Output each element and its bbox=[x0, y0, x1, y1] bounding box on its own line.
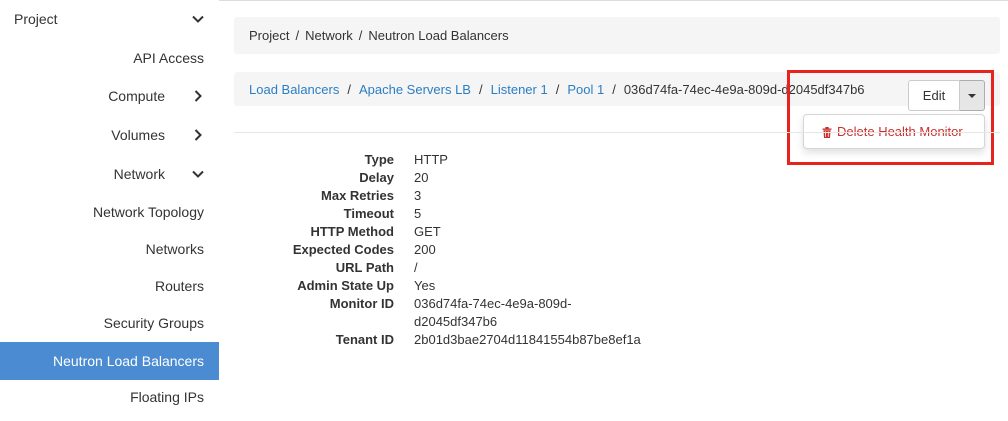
detail-value: Yes bbox=[414, 278, 436, 293]
breadcrumb-item: Project bbox=[249, 28, 290, 43]
detail-row-http-method: HTTP Method GET bbox=[234, 223, 674, 241]
current-monitor-id: 036d74fa-74ec-4e9a-809d-d2045df347b6 bbox=[623, 81, 865, 97]
chevron-down-icon bbox=[191, 12, 205, 26]
sidebar-item-label: Volumes bbox=[111, 127, 165, 143]
detail-value: 200 bbox=[414, 242, 436, 257]
link-pool-1[interactable]: Pool 1 bbox=[567, 82, 604, 97]
detail-value: GET bbox=[414, 224, 441, 239]
sidebar-item-network-topology[interactable]: Network Topology bbox=[0, 193, 219, 231]
sidebar-item-compute[interactable]: Compute bbox=[0, 77, 219, 115]
sidebar-item-routers[interactable]: Routers bbox=[0, 267, 219, 305]
sidebar-item-label: Routers bbox=[154, 278, 204, 294]
chevron-down-icon bbox=[191, 167, 205, 181]
detail-row-type: Type HTTP bbox=[234, 151, 674, 169]
breadcrumb: Project / Network / Neutron Load Balance… bbox=[234, 17, 1000, 54]
detail-label: Expected Codes bbox=[292, 242, 394, 257]
detail-row-url-path: URL Path / bbox=[234, 259, 674, 277]
breadcrumb-separator: / bbox=[295, 28, 300, 43]
detail-label: URL Path bbox=[335, 260, 394, 275]
detail-row-admin-state-up: Admin State Up Yes bbox=[234, 277, 674, 295]
sidebar-item-label: Security Groups bbox=[103, 315, 204, 331]
detail-label: Tenant ID bbox=[335, 332, 394, 347]
page-title-path: Load Balancers / Apache Servers LB / Lis… bbox=[234, 72, 1000, 106]
detail-row-expected-codes: Expected Codes 200 bbox=[234, 241, 674, 259]
detail-label: HTTP Method bbox=[310, 224, 394, 239]
sidebar-item-network[interactable]: Network bbox=[0, 155, 219, 193]
details-list: Type HTTP Delay 20 Max Retries 3 Timeout… bbox=[234, 151, 674, 349]
sidebar-item-floating-ips[interactable]: Floating IPs bbox=[0, 378, 219, 416]
actions-button-group: Edit bbox=[908, 80, 985, 111]
detail-label: Monitor ID bbox=[329, 296, 394, 311]
breadcrumb-separator: / bbox=[358, 28, 363, 43]
link-listener-1[interactable]: Listener 1 bbox=[491, 82, 548, 97]
sidebar-item-label: Floating IPs bbox=[130, 389, 204, 405]
sidebar-item-api-access[interactable]: API Access bbox=[0, 39, 219, 77]
divider bbox=[234, 132, 1000, 133]
edit-button[interactable]: Edit bbox=[908, 80, 960, 111]
sidebar-item-label: Networks bbox=[145, 241, 204, 257]
path-separator: / bbox=[555, 81, 560, 97]
breadcrumb-item: Network bbox=[305, 28, 353, 43]
sidebar-item-security-groups[interactable]: Security Groups bbox=[0, 304, 219, 342]
sidebar-item-networks[interactable]: Networks bbox=[0, 230, 219, 268]
detail-row-timeout: Timeout 5 bbox=[234, 205, 674, 223]
detail-value: 5 bbox=[414, 206, 422, 221]
path-separator: / bbox=[478, 81, 483, 97]
sidebar-item-label: Project bbox=[14, 11, 58, 27]
detail-value: 2b01d3bae2704d11841554b87be8ef1a bbox=[414, 332, 641, 347]
detail-value: 3 bbox=[414, 188, 422, 203]
sidebar-item-label: Compute bbox=[108, 88, 165, 104]
detail-value: 036d74fa-74ec-4e9a-809d-d2045df347b6 bbox=[414, 296, 572, 329]
actions-dropdown-toggle[interactable] bbox=[960, 80, 985, 111]
sidebar-item-label: Network Topology bbox=[92, 204, 204, 220]
sidebar-item-project[interactable]: Project bbox=[0, 0, 219, 38]
detail-row-delay: Delay 20 bbox=[234, 169, 674, 187]
sidebar-item-label: Neutron Load Balancers bbox=[53, 353, 204, 369]
detail-row-max-retries: Max Retries 3 bbox=[234, 187, 674, 205]
path-separator: / bbox=[612, 81, 616, 97]
detail-label: Max Retries bbox=[321, 188, 394, 203]
detail-row-tenant-id: Tenant ID 2b01d3bae2704d11841554b87be8ef… bbox=[234, 331, 674, 349]
detail-row-monitor-id: Monitor ID 036d74fa-74ec-4e9a-809d-d2045… bbox=[234, 295, 674, 331]
sidebar: Project API Access Compute Volumes Netwo… bbox=[0, 0, 219, 421]
detail-value: HTTP bbox=[414, 152, 448, 167]
detail-value: 20 bbox=[414, 170, 429, 185]
detail-label: Admin State Up bbox=[297, 278, 394, 293]
detail-value: / bbox=[414, 260, 418, 275]
detail-label: Delay bbox=[359, 170, 394, 185]
sidebar-item-label: API Access bbox=[133, 50, 204, 66]
link-load-balancers[interactable]: Load Balancers bbox=[249, 82, 339, 97]
detail-label: Timeout bbox=[343, 206, 394, 221]
sidebar-item-volumes[interactable]: Volumes bbox=[0, 116, 219, 154]
path-separator: / bbox=[347, 81, 351, 97]
chevron-right-icon bbox=[191, 128, 205, 142]
caret-down-icon bbox=[968, 93, 976, 98]
detail-label: Type bbox=[364, 152, 394, 167]
breadcrumb-item: Neutron Load Balancers bbox=[368, 28, 509, 43]
chevron-right-icon bbox=[191, 89, 205, 103]
sidebar-item-neutron-load-balancers[interactable]: Neutron Load Balancers bbox=[0, 342, 219, 380]
link-apache-servers-lb[interactable]: Apache Servers LB bbox=[359, 82, 471, 97]
sidebar-item-label: Network bbox=[113, 166, 165, 182]
